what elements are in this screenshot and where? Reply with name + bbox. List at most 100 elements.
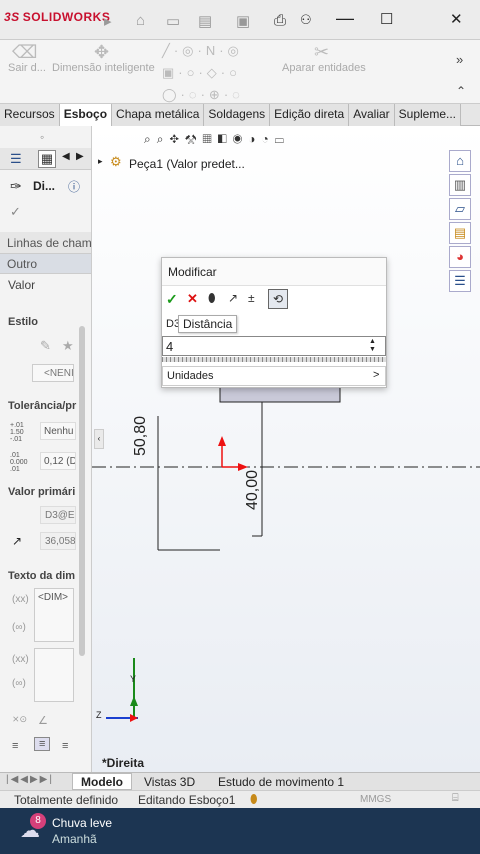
text-link-icon-2[interactable]: (∞) xyxy=(12,678,26,689)
home-taskpane-icon[interactable]: ⌂ xyxy=(449,150,471,172)
text-link-icon[interactable]: (∞) xyxy=(12,622,26,633)
dimension-name-row: D3 Distância xyxy=(162,314,386,334)
primary-value-field[interactable]: 36,058 xyxy=(40,532,76,550)
ribbon-more-icon[interactable]: » xyxy=(456,52,463,67)
symbol-icon[interactable]: ⨯⊙ xyxy=(12,714,27,725)
weather-badge: 8 xyxy=(30,813,46,829)
home-icon[interactable]: ⌂ xyxy=(136,12,145,29)
panel-scrollbar[interactable] xyxy=(79,326,85,656)
panel-handle-icon[interactable]: ◦ xyxy=(40,130,44,144)
origin-y-arrow xyxy=(218,436,226,446)
view-orientation-label: *Direita xyxy=(102,756,145,770)
design-library-icon[interactable]: ▥ xyxy=(449,174,471,196)
ok-check-icon[interactable]: ✓ xyxy=(10,204,21,220)
section-leaders[interactable]: Linhas de chama xyxy=(0,232,91,254)
maximize-button[interactable]: ☐ xyxy=(380,10,393,28)
value-label[interactable]: Valor xyxy=(8,278,91,292)
exit-sketch-icon[interactable]: ⌫ xyxy=(12,42,37,63)
appearances-icon[interactable]: ◕ xyxy=(449,246,471,268)
mark-drawing-button[interactable]: ± xyxy=(248,291,255,305)
new-file-icon[interactable]: ▭ xyxy=(166,12,180,30)
minimize-button[interactable]: — xyxy=(336,8,354,29)
style-select[interactable]: <NENI xyxy=(32,364,74,382)
user-icon[interactable]: ⚇ xyxy=(300,12,312,28)
status-defined: Totalmente definido xyxy=(14,793,119,807)
tab-3d-views[interactable]: Vistas 3D xyxy=(144,775,195,789)
ok-button[interactable]: ✓ xyxy=(166,291,178,308)
primary-name-field[interactable]: D3@E xyxy=(40,506,76,524)
value-input[interactable]: 4 ▲ ▼ xyxy=(162,336,386,356)
dialog-title: Modificar xyxy=(168,265,217,279)
dimension-40-00[interactable]: 40,00 xyxy=(244,470,262,510)
rebuild-status-icon[interactable]: ⬮ xyxy=(250,792,258,807)
close-button[interactable]: ✕ xyxy=(450,10,463,28)
smart-dimension-icon[interactable]: ✥ xyxy=(94,42,109,63)
panel-prev-icon[interactable]: ◀ xyxy=(62,151,70,162)
text-add-icon[interactable]: (xx) xyxy=(12,594,29,605)
thumbwheel[interactable] xyxy=(162,357,386,362)
align-left-icon[interactable]: ≡ xyxy=(12,740,18,752)
style-add-icon[interactable]: ✎ xyxy=(40,338,51,354)
tab-esboco[interactable]: Esboço xyxy=(59,104,113,126)
precision-select[interactable]: 0,12 (D xyxy=(40,452,76,470)
custom-properties-icon[interactable]: ☰ xyxy=(449,270,471,292)
tab-motion-study[interactable]: Estudo de movimento 1 xyxy=(218,775,344,789)
tab-soldagens[interactable]: Soldagens xyxy=(204,104,271,126)
align-right-icon[interactable]: ≡ xyxy=(62,740,68,752)
status-editing: Editando Esboço1 xyxy=(138,793,236,807)
units-arrow-icon[interactable]: > xyxy=(373,369,379,381)
windows-taskbar: ☁ 8 Chuva leve Amanhã xyxy=(0,808,480,854)
help-icon[interactable]: ⓘ xyxy=(68,178,80,195)
graphics-area[interactable]: ⌕⌕✥⚒▦◧◉◑◔▭ ▸ ⚙ Peça1 (Valor predet... ‹ … xyxy=(92,126,480,772)
units-label: Unidades xyxy=(167,370,214,382)
cancel-button[interactable]: ✕ xyxy=(187,291,198,307)
tab-chapa-metalica[interactable]: Chapa metálica xyxy=(112,104,205,126)
solidworks-logo: 3S SOLIDWORKS xyxy=(4,10,111,24)
panel-next-icon[interactable]: ▶ xyxy=(76,151,84,162)
tab-nav-arrows[interactable]: |◀◀▶▶| xyxy=(6,774,54,785)
primary-value-icon: ↗ xyxy=(12,534,23,548)
triad-y-arrow xyxy=(130,696,138,706)
trim-icon[interactable]: ✂ xyxy=(314,42,329,63)
open-file-icon[interactable]: ▤ xyxy=(198,12,212,30)
sketch-tools-icons[interactable]: ╱·◎·N·◎ ▣·○·◇·○ ◯·◌·⊕·◌ xyxy=(162,40,244,106)
align-center-icon[interactable]: ≡ xyxy=(34,737,51,751)
angle-icon[interactable]: ∠ xyxy=(38,714,48,727)
weather-condition[interactable]: Chuva leve xyxy=(52,816,112,830)
tab-avaliar[interactable]: Avaliar xyxy=(349,104,395,126)
expand-arrow-icon[interactable]: ▸ xyxy=(104,12,112,30)
ribbon-collapse-icon[interactable]: ⌃ xyxy=(456,84,466,98)
triad-z-label: Z xyxy=(96,710,102,720)
dimension-text-bottom[interactable] xyxy=(34,648,74,702)
dimension-mode-button[interactable]: ⟲ xyxy=(268,289,288,309)
feature-tree-tab-icon[interactable]: ☰ xyxy=(10,151,22,167)
view-palette-icon[interactable]: ▤ xyxy=(449,222,471,244)
style-favorite-icon[interactable]: ★ xyxy=(62,338,74,354)
spin-buttons[interactable]: ▲ ▼ xyxy=(369,338,376,354)
file-explorer-icon[interactable]: ▱ xyxy=(449,198,471,220)
trim-entities-button[interactable]: Aparar entidades xyxy=(282,62,366,74)
tab-recursos[interactable]: Recursos xyxy=(0,104,60,126)
value-input-text[interactable]: 4 xyxy=(166,339,173,354)
reset-spin-button[interactable]: ↗ xyxy=(228,291,238,305)
section-other[interactable]: Outro xyxy=(0,254,91,274)
dimension-text-top[interactable]: <DIM> xyxy=(34,588,74,642)
tab-model[interactable]: Modelo xyxy=(72,773,132,790)
tab-edicao-direta[interactable]: Edição direta xyxy=(270,104,350,126)
tolerance-select[interactable]: Nenhu xyxy=(40,422,76,440)
command-ribbon: ⌫ Sair d... ✥ Dimensão inteligente ╱·◎·N… xyxy=(0,40,480,104)
smart-dimension-button[interactable]: Dimensão inteligente xyxy=(52,62,155,74)
task-pane-tabs: ⌂ ▥ ▱ ▤ ◕ ☰ xyxy=(445,148,475,298)
rebuild-button[interactable]: ⬮ xyxy=(208,291,216,306)
status-options-icon[interactable]: ⌸ xyxy=(452,792,459,805)
text-add-icon-2[interactable]: (xx) xyxy=(12,654,29,665)
exit-sketch-button[interactable]: Sair d... xyxy=(8,62,46,74)
dimension-50-80[interactable]: 50,80 xyxy=(132,416,150,456)
property-tab-icon[interactable]: ▦ xyxy=(38,150,56,168)
units-status[interactable]: MMGS xyxy=(360,794,391,805)
save-icon[interactable]: ▣ xyxy=(236,12,250,30)
print-icon[interactable]: ⎙ xyxy=(274,12,286,29)
tab-suplementos[interactable]: Supleme... xyxy=(394,104,462,126)
units-row[interactable]: Unidades > xyxy=(162,366,386,386)
title-bar: 3S SOLIDWORKS ▸ ⌂ ▭ ▤ ▣ ⎙ ⚇ — ☐ ✕ xyxy=(0,0,480,40)
